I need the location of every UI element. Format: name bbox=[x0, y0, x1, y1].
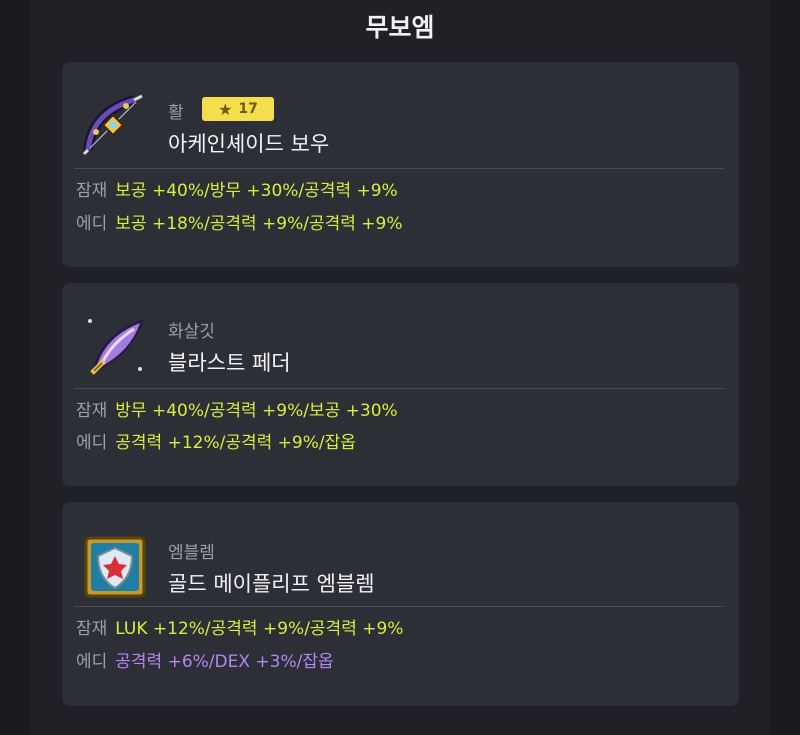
bow-icon bbox=[82, 92, 148, 158]
divider bbox=[74, 388, 724, 389]
item-name: 블라스트 페더 bbox=[168, 351, 291, 375]
potential-label: 잠재 bbox=[76, 181, 108, 201]
item-category: 활 bbox=[168, 103, 184, 123]
item-category: 화살깃 bbox=[168, 322, 215, 342]
feather-icon bbox=[82, 313, 148, 379]
potential-value: LUK +12%/공격력 +9%/공격력 +9% bbox=[115, 619, 404, 639]
potential-line: 잠재 LUK +12%/공격력 +9%/공격력 +9% bbox=[76, 614, 403, 639]
item-category: 엠블렘 bbox=[168, 543, 215, 563]
additional-line: 에디 보공 +18%/공격력 +9%/공격력 +9% bbox=[76, 209, 403, 234]
additional-label: 에디 bbox=[76, 433, 108, 453]
item-card-feather[interactable]: 화살깃 블라스트 페더 잠재 방무 +40%/공격력 +9%/보공 +30% 에디… bbox=[62, 283, 739, 486]
star-icon: ★ bbox=[218, 99, 233, 119]
divider bbox=[74, 168, 724, 169]
page-title: 무보엠 bbox=[365, 13, 435, 42]
potential-label: 잠재 bbox=[76, 619, 108, 639]
star-badge: ★ 17 bbox=[202, 97, 274, 121]
additional-label: 에디 bbox=[76, 652, 108, 672]
divider bbox=[74, 606, 724, 607]
additional-line: 에디 공격력 +6%/DEX +3%/잡옵 bbox=[76, 647, 334, 672]
additional-value: 공격력 +6%/DEX +3%/잡옵 bbox=[115, 652, 334, 672]
potential-value: 방무 +40%/공격력 +9%/보공 +30% bbox=[115, 401, 398, 421]
star-count: 17 bbox=[238, 101, 258, 117]
additional-line: 에디 공격력 +12%/공격력 +9%/잡옵 bbox=[76, 428, 356, 453]
item-card-bow[interactable]: 활 ★ 17 아케인셰이드 보우 잠재 보공 +40%/방무 +30%/공격력 +… bbox=[62, 62, 739, 267]
potential-value: 보공 +40%/방무 +30%/공격력 +9% bbox=[115, 181, 398, 201]
potential-label: 잠재 bbox=[76, 401, 108, 421]
additional-label: 에디 bbox=[76, 214, 108, 234]
item-card-emblem[interactable]: 엠블렘 골드 메이플리프 엠블렘 잠재 LUK +12%/공격력 +9%/공격력 … bbox=[62, 502, 739, 706]
additional-value: 보공 +18%/공격력 +9%/공격력 +9% bbox=[115, 214, 403, 234]
item-name: 아케인셰이드 보우 bbox=[168, 132, 330, 156]
potential-line: 잠재 보공 +40%/방무 +30%/공격력 +9% bbox=[76, 176, 398, 201]
potential-line: 잠재 방무 +40%/공격력 +9%/보공 +30% bbox=[76, 396, 398, 421]
additional-value: 공격력 +12%/공격력 +9%/잡옵 bbox=[115, 433, 356, 453]
emblem-icon bbox=[82, 534, 148, 600]
item-name: 골드 메이플리프 엠블렘 bbox=[168, 572, 375, 596]
